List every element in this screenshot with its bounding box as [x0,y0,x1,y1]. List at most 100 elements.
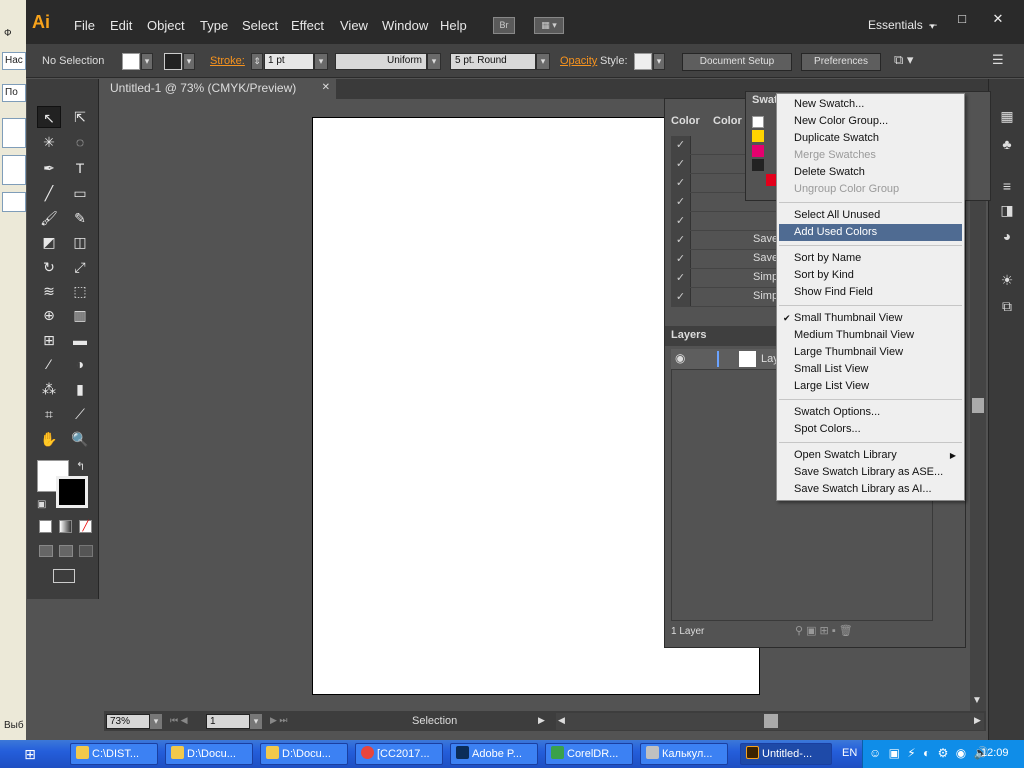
fill-swatch[interactable] [122,53,140,70]
last-artboard-icon[interactable]: ▶ ⏭ [270,715,288,726]
tab-color-guide[interactable]: Color [713,113,742,131]
menu-item-spot-colors[interactable]: Spot Colors... [779,421,962,438]
type-tool-icon[interactable]: T [68,157,92,179]
draw-inside-icon[interactable] [79,545,93,557]
screen-mode-icon[interactable] [53,569,75,583]
lasso-tool-icon[interactable]: ◌ [68,131,92,153]
tab-swatches[interactable]: Swat [752,94,778,106]
stroke-weight-input[interactable]: 1 pt [264,53,314,70]
menu-item-large-list-view[interactable]: Large List View [779,378,962,395]
arrange-icon[interactable]: ⧉ ▾ [894,52,913,68]
document-tab[interactable]: Untitled-1 @ 73% (CMYK/Preview) ✕ [104,79,336,99]
fill-dropdown[interactable]: ▾ [141,53,153,70]
graphic-style-swatch[interactable] [634,53,652,70]
tab-color[interactable]: Color [671,113,700,131]
menu-object[interactable]: Object [147,18,185,33]
eye-icon[interactable]: ◉ [675,351,685,365]
menu-help[interactable]: Help [440,18,467,33]
brush-dropdown[interactable]: ▾ [536,53,550,70]
style-dropdown[interactable]: ▾ [653,53,665,70]
checkmark-icon[interactable]: ✓ [671,136,691,154]
menu-item-small-thumbnail-view[interactable]: Small Thumbnail View [779,310,962,327]
menu-item-large-thumbnail-view[interactable]: Large Thumbnail View [779,344,962,361]
menu-item-save-swatch-library-ai[interactable]: Save Swatch Library as AI... [779,481,962,498]
maximize-button[interactable]: □ [948,10,976,28]
scale-tool-icon[interactable]: ⤢ [68,256,92,278]
checkmark-icon[interactable]: ✓ [671,288,691,306]
workspace-switcher[interactable]: Essentials [868,18,923,32]
taskbar-item[interactable]: D:\Docu... [165,743,253,765]
magic-wand-tool-icon[interactable]: ✳ [37,131,61,153]
eyedropper-tool-icon[interactable]: ⁄ [37,353,61,375]
menu-edit[interactable]: Edit [110,18,132,33]
zoom-tool-icon[interactable]: 🔍 [68,428,92,450]
menu-item-show-find-field[interactable]: Show Find Field [779,284,962,301]
bg-field[interactable]: Нас [2,52,26,70]
close-tab-icon[interactable]: ✕ [322,82,330,93]
warp-tool-icon[interactable]: ≋ [37,280,61,302]
checkmark-icon[interactable]: ✓ [671,174,691,192]
panel-menu-icon[interactable]: ☰ [992,52,1004,68]
selection-tool-icon[interactable]: ↖ [37,106,61,128]
menu-item-new-color-group[interactable]: New Color Group... [779,113,962,130]
scroll-down-icon[interactable]: ▼ [972,695,982,706]
menu-item-sort-by-name[interactable]: Sort by Name [779,250,962,267]
start-button[interactable]: ⊞ [0,740,60,768]
layers-panel-title[interactable]: Layers [671,329,706,341]
swatch-yellow[interactable] [752,130,764,142]
draw-normal-icon[interactable] [39,545,53,557]
checkmark-icon[interactable]: ✓ [671,155,691,173]
bg-tool-icon[interactable] [2,192,26,212]
stroke-stepper[interactable]: ⇕ [251,53,263,70]
menu-item-duplicate-swatch[interactable]: Duplicate Swatch [779,130,962,147]
checkmark-icon[interactable]: ✓ [671,250,691,268]
stroke-color-swatch[interactable] [56,476,88,508]
first-artboard-icon[interactable]: ⏮ ◀ [170,715,188,726]
profile-dropdown[interactable]: ▾ [427,53,441,70]
line-tool-icon[interactable]: ╱ [37,182,61,204]
none-mode-icon[interactable]: ╱ [79,520,92,533]
vertical-scroll-thumb[interactable] [972,398,984,413]
stroke-swatch[interactable] [164,53,182,70]
taskbar-item[interactable]: Adobe P... [450,743,538,765]
horizontal-scrollbar[interactable]: ◀ ▶ [556,713,984,730]
preferences-button[interactable]: Preferences [801,53,881,71]
paintbrush-tool-icon[interactable]: 🖌 [37,207,61,229]
menu-item-save-swatch-library-ase[interactable]: Save Swatch Library as ASE... [779,464,962,481]
gradient-panel-icon[interactable]: ◨ [995,199,1019,221]
taskbar-item[interactable]: D:\Docu... [260,743,348,765]
menu-item-small-list-view[interactable]: Small List View [779,361,962,378]
bg-tool-icon[interactable] [2,118,26,148]
symbols-panel-icon[interactable]: ♣ [995,133,1019,155]
perspective-grid-tool-icon[interactable]: ▥ [68,304,92,326]
menu-select[interactable]: Select [242,18,278,33]
graphic-styles-panel-icon[interactable]: ⧉ [995,295,1019,317]
gradient-tool-icon[interactable]: ▬ [68,329,92,351]
opacity-label[interactable]: Opacity [560,55,597,67]
shape-builder-tool-icon[interactable]: ⊕ [37,304,61,326]
swatch-magenta[interactable] [752,145,764,157]
stroke-panel-icon[interactable]: ≡ [995,175,1019,197]
menu-item-select-all-unused[interactable]: Select All Unused [779,207,962,224]
zoom-dropdown[interactable]: ▾ [150,714,162,729]
rotate-tool-icon[interactable]: ↻ [37,256,61,278]
taskbar-item[interactable]: [CC2017... [355,743,443,765]
menu-item-swatch-options[interactable]: Swatch Options... [779,404,962,421]
appearance-panel-icon[interactable]: ☀ [995,269,1019,291]
stroke-label[interactable]: Stroke: [210,55,245,67]
stroke-weight-dropdown[interactable]: ▾ [314,53,328,70]
gradient-mode-icon[interactable] [59,520,72,533]
layers-actions-icons[interactable]: ⚲ ▣ ⊞ ▪ 🗑 [795,624,853,637]
artboard-number-input[interactable]: 1 [206,714,250,729]
document-setup-button[interactable]: Document Setup [682,53,792,71]
status-menu-icon[interactable]: ▶ [538,715,545,726]
menu-item-open-swatch-library[interactable]: Open Swatch Library [779,447,962,464]
scroll-left-icon[interactable]: ◀ [558,715,565,726]
mesh-tool-icon[interactable]: ⊞ [37,329,61,351]
blob-brush-tool-icon[interactable]: ◩ [37,231,61,253]
menu-view[interactable]: View [340,18,368,33]
swatches-panel-icon[interactable]: ▦ [995,105,1019,127]
slice-tool-icon[interactable]: ⟋ [68,403,92,425]
transparency-panel-icon[interactable]: ◕ [995,225,1019,247]
menu-item-add-used-colors[interactable]: Add Used Colors [779,224,962,241]
